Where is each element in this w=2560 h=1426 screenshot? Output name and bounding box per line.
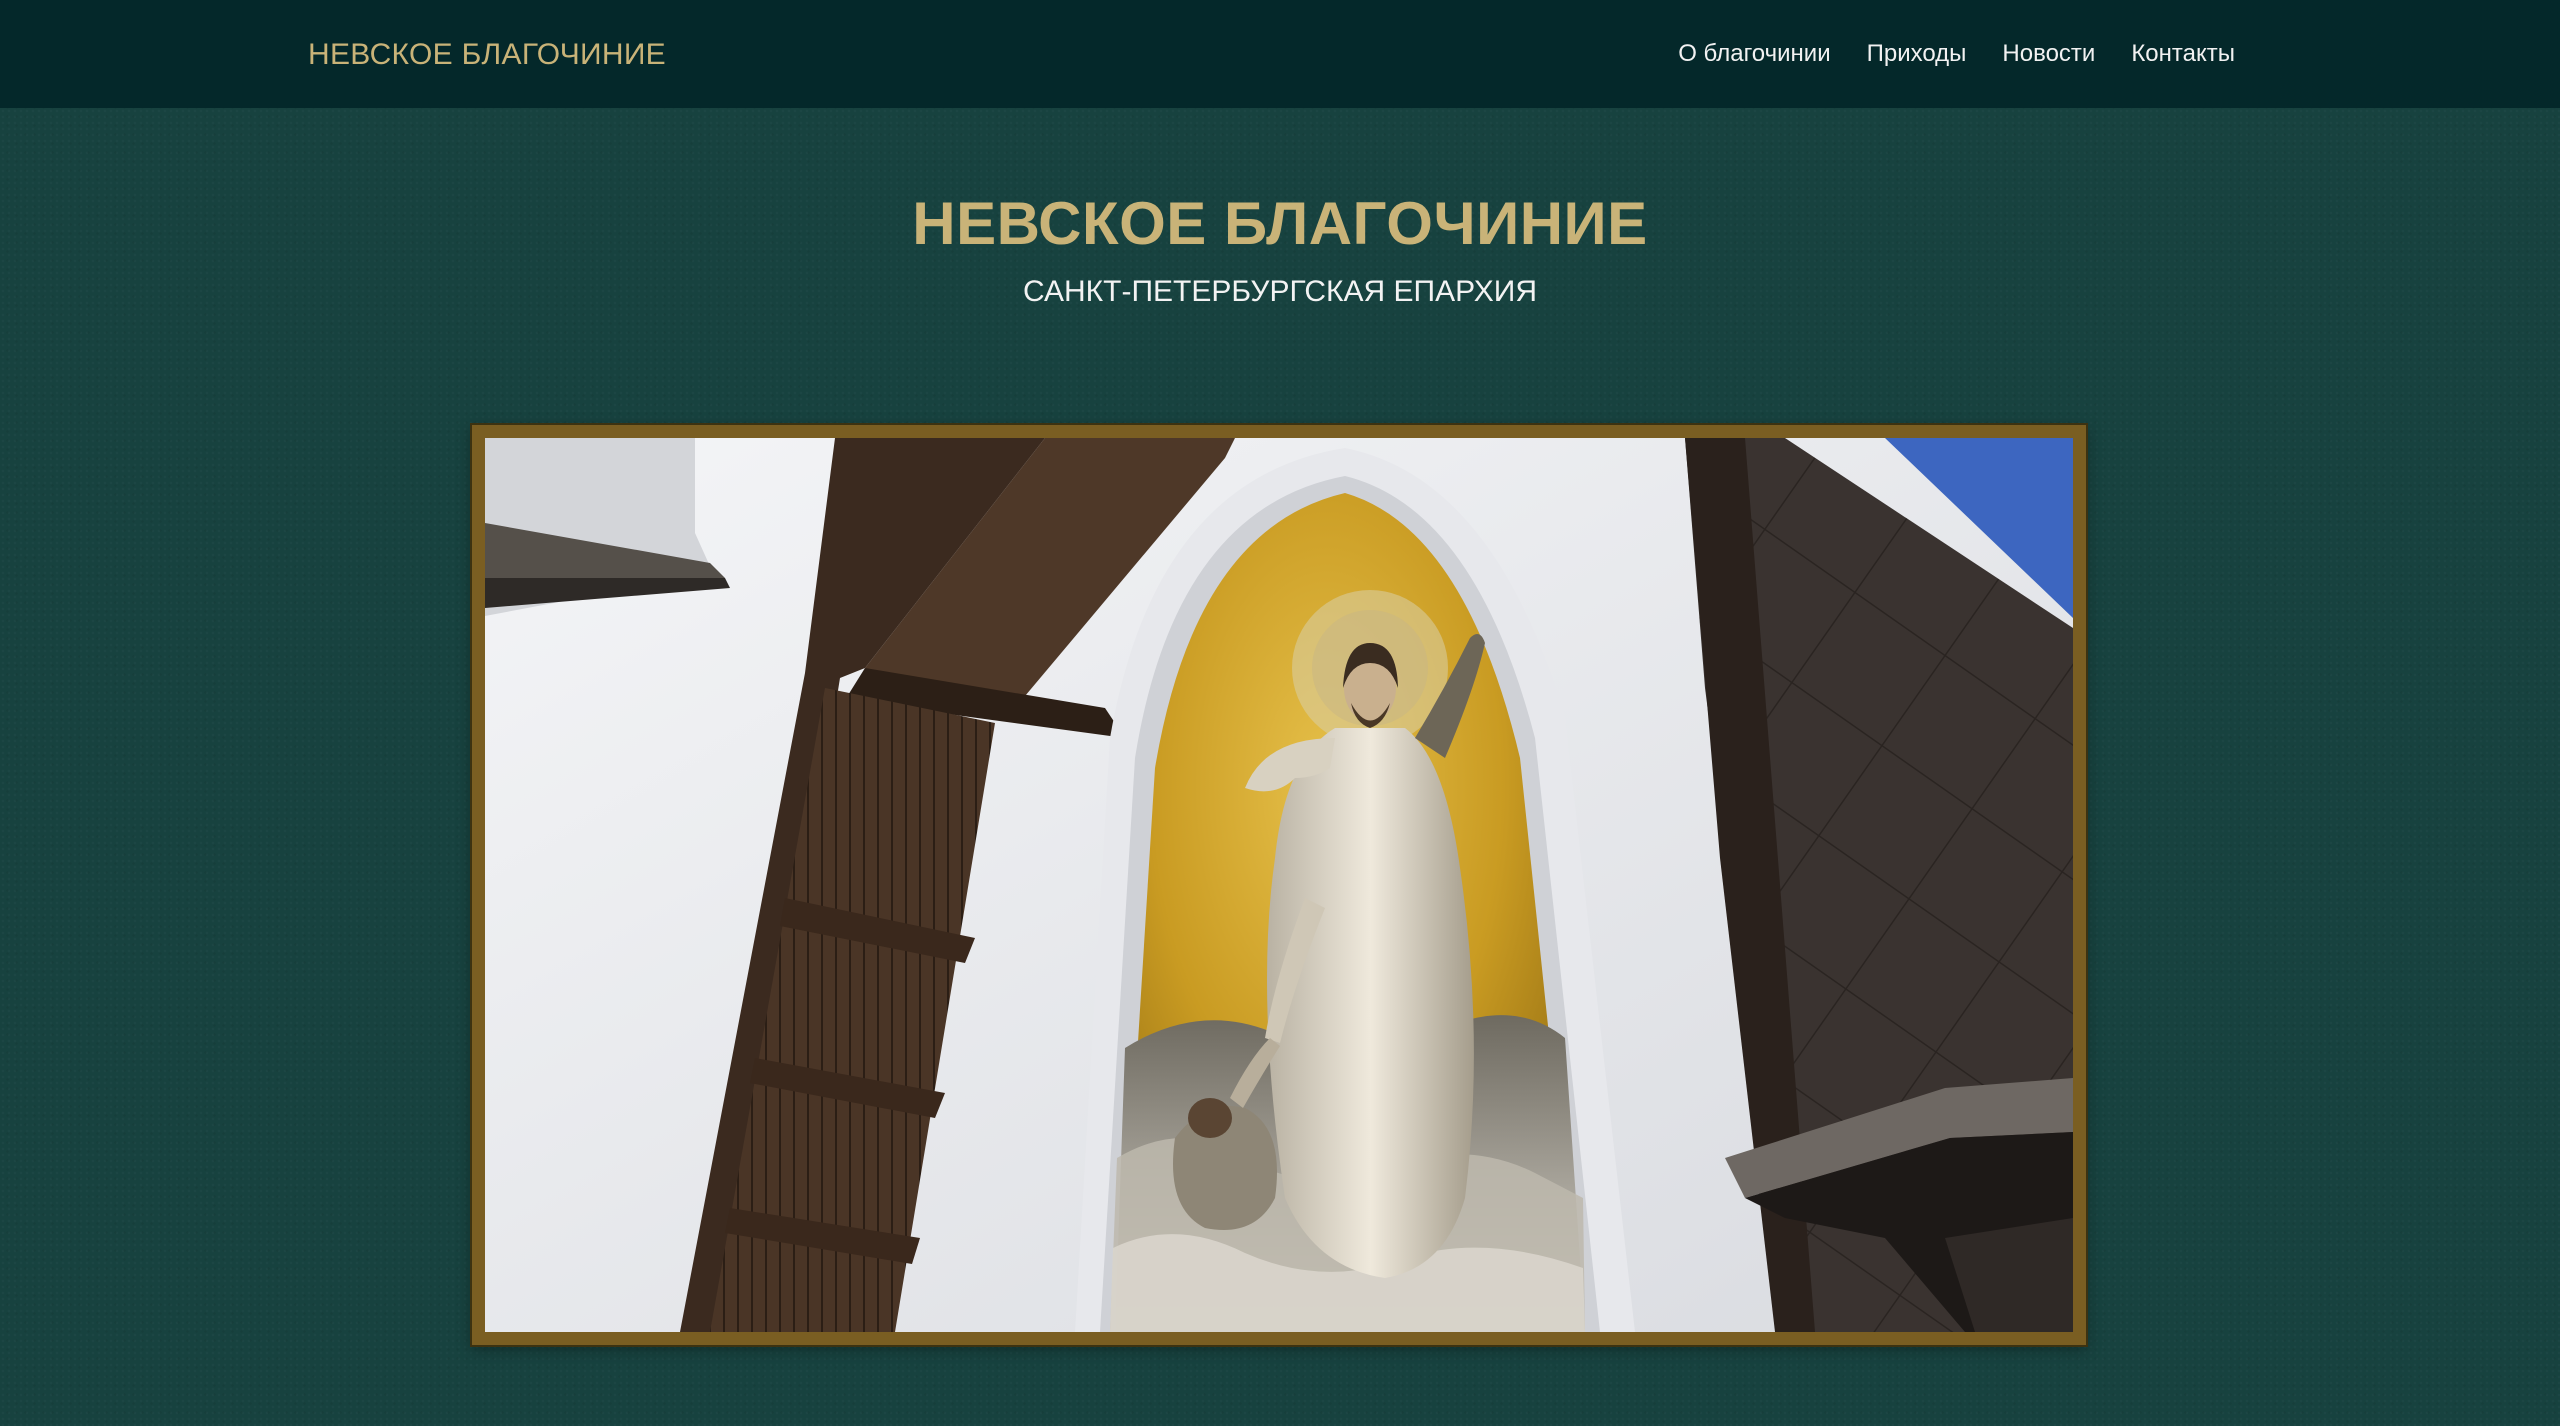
nav-link-contacts[interactable]: Контакты — [2131, 36, 2235, 72]
brand-link[interactable]: НЕВСКОЕ БЛАГОЧИНИЕ — [308, 36, 666, 74]
page-subtitle: САНКТ-ПЕТЕРБУРГСКАЯ ЕПАРХИЯ — [1023, 275, 1537, 308]
nav-link-news[interactable]: Новости — [2002, 36, 2095, 72]
hero-photo — [472, 425, 2086, 1345]
church-mosaic-photo — [485, 438, 2073, 1332]
page-title: НЕВСКОЕ БЛАГОЧИНИЕ — [912, 190, 1648, 257]
main-nav: О благочинии Приходы Новости Контакты — [1678, 36, 2235, 72]
nav-link-about[interactable]: О благочинии — [1678, 36, 1830, 72]
top-navbar: НЕВСКОЕ БЛАГОЧИНИЕ О благочинии Приходы … — [0, 0, 2560, 108]
nav-link-parishes[interactable]: Приходы — [1867, 36, 1967, 72]
